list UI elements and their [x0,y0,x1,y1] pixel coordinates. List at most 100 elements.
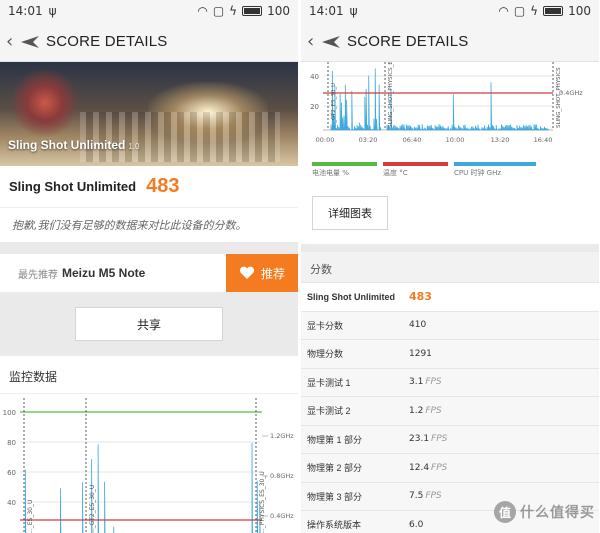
usb-icon: ψ [48,4,57,18]
score-value: 1291 [409,348,432,359]
recommend-row: 最先推荐 Meizu M5 Note 推荐 [0,254,298,292]
battery-icon [242,6,263,16]
score-label: 显卡测试 2 [307,406,351,417]
monitoring-title: 监控数据 [0,356,298,394]
score-value: 410 [409,320,427,331]
score-value: 12.4 FPS [409,462,448,473]
scores-section-title: 分数 [301,252,599,282]
right-screen: 14:01 ψ ◠ ▢ ϟ 100 ‹ SCORE DETAILS 40 20 00… [301,0,599,533]
score-label: 操作系统版本 [307,520,362,531]
3dmark-logo-icon [21,35,39,48]
scores-table: Sling Shot Unlimited 483 显卡分数 410 物理分数 1291 显卡… [301,282,599,533]
table-row: 物理第 1 部分 23.1 FPS [301,424,599,453]
battery-level: 100 [267,4,290,18]
recommend-label: 最先推荐 [18,269,58,281]
monitoring-chart: 100 80 60 40 1.2GHz 0.8GHz 0.4GHz ..._ES_30_U..… [0,394,298,533]
phase-label: ..._ES_30_U [27,500,34,533]
watermark-badge: 值 [494,501,516,523]
recommend-button[interactable]: 推荐 [226,254,298,292]
watermark-text: 什么值得买 [520,505,595,521]
x-tick-label: 10:00 [446,136,465,144]
score-label: 物理第 1 部分 [307,434,363,445]
legend-battery-swatch [312,162,377,166]
phase-label: ..._GT2_ES_30_U [89,485,96,533]
score-value: 6.0 [409,519,424,530]
phase-label: SLING_SHOT_PHYSICS_ES_30_U [388,62,394,128]
y-tick-label: 100 [3,409,16,417]
table-row: 显卡分数 410 [301,310,599,339]
recommend-device: Meizu M5 Note [62,266,146,280]
score-value: 3.1 FPS [409,377,442,388]
score-value: 23.1 FPS [409,434,448,445]
back-icon[interactable]: ‹ [307,31,321,52]
phase-label: ..._GT2_ES_30_U [331,83,337,128]
watermark: 值 什么值得买 [494,501,595,523]
legend-temperature-swatch [383,162,448,166]
x-tick-label: 03:20 [359,136,378,144]
cpu-tick-label: 0.4GHz [270,512,294,520]
cpu-tick-label: 0.4GHz [559,89,583,97]
x-tick-label: 00:00 [316,136,335,144]
wifi-icon: ◠ [197,4,208,18]
usb-icon: ψ [349,4,358,18]
x-tick-label: 13:20 [491,136,510,144]
score-value: 483 [146,175,180,197]
cpu-tick-label: 1.2GHz [270,432,294,440]
score-value: 7.5 FPS [409,491,442,502]
no-comparison-note: 抱歉,我们没有足够的数据来对比此设备的分数。 [0,208,298,242]
score-value: 483 [409,290,432,304]
wifi-icon: ◠ [498,4,509,18]
y-tick-label: 20 [310,103,319,111]
chart-legend: 电池电量 % 温度 °C CPU 时钟 GHz [301,162,599,186]
table-row: Sling Shot Unlimited 483 [301,282,599,311]
score-summary: Sling Shot Unlimited 483 [0,166,298,208]
3dmark-logo-icon [322,35,340,48]
sim-icon: ▢ [212,4,225,18]
cpu-tick-label: 0.8GHz [270,472,294,480]
score-label: 显卡测试 1 [307,377,351,388]
title-bar: ‹ SCORE DETAILS [0,22,298,62]
table-row: 物理分数 1291 [301,339,599,368]
y-tick-label: 60 [7,469,16,477]
legend-temperature: 温度 °C [383,162,448,186]
cpu-clock-series [330,68,382,131]
sim-icon: ▢ [513,4,526,18]
status-time: 14:01 [309,4,344,18]
score-value: 1.2 FPS [409,405,442,416]
title-bar: ‹ SCORE DETAILS [301,22,599,62]
status-bar: 14:01 ψ ◠ ▢ ϟ 100 [0,0,298,22]
recommend-button-label: 推荐 [260,266,285,281]
detailed-chart-button[interactable]: 详细图表 [312,196,388,230]
x-tick-label: 16:40 [534,136,553,144]
status-bar: 14:01 ψ ◠ ▢ ϟ 100 [301,0,599,22]
score-label: 物理第 3 部分 [307,491,363,502]
score-label: 物理第 2 部分 [307,463,363,474]
y-tick-label: 40 [310,73,319,81]
table-row: 显卡测试 2 1.2 FPS [301,396,599,425]
banner-title: Sling Shot Unlimited 1.0 [8,138,140,152]
phase-label: ..._PHYSICS_ES_30_U [259,471,266,533]
benchmark-banner: Sling Shot Unlimited 1.0 [0,62,298,166]
x-tick-label: 06:40 [403,136,422,144]
score-label: 显卡分数 [307,320,344,331]
legend-battery: 电池电量 % [312,162,377,186]
charging-icon: ϟ [530,4,539,18]
y-tick-label: 40 [7,499,16,507]
score-label: Sling Shot Unlimited [307,291,395,302]
charging-icon: ϟ [229,4,238,18]
heart-icon [239,266,255,279]
left-screen: 14:01 ψ ◠ ▢ ϟ 100 ‹ SCORE DETAILS Sling … [0,0,298,533]
table-row: 物理第 2 部分 12.4 FPS [301,453,599,482]
table-row: 显卡测试 1 3.1 FPS [301,367,599,396]
share-button[interactable]: 共享 [75,307,223,341]
benchmark-name: Sling Shot Unlimited [9,179,137,194]
back-icon[interactable]: ‹ [6,31,20,52]
status-time: 14:01 [8,4,43,18]
page-title: SCORE DETAILS [46,33,168,50]
page-title: SCORE DETAILS [347,33,469,50]
monitoring-chart: 40 20 00:00 03:20 06:40 10:00 13:20 16:40 ..._GT… [301,41,599,162]
battery-icon [543,6,564,16]
score-label: 物理分数 [307,349,344,360]
legend-cpu-clock: CPU 时钟 GHz [454,162,536,186]
legend-cpu-swatch [454,162,536,166]
